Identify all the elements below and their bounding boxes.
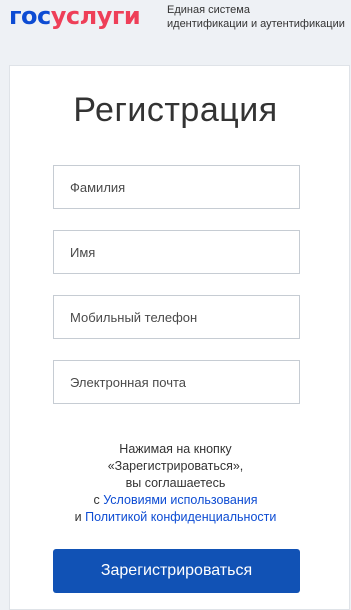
notice-line-3: вы соглашаетесь bbox=[125, 476, 226, 490]
register-button[interactable]: Зарегистрироваться bbox=[53, 549, 300, 593]
logo-part-gos: гос bbox=[9, 2, 51, 30]
privacy-policy-link[interactable]: Политикой конфиденциальности bbox=[85, 510, 276, 524]
logo-part-uslugi: услуги bbox=[50, 2, 141, 30]
logo-tagline: Единая система идентификации и аутентифи… bbox=[167, 3, 345, 31]
privacy-prefix: и bbox=[74, 510, 86, 524]
terms-prefix: с bbox=[93, 493, 104, 507]
email-input[interactable] bbox=[53, 360, 300, 404]
notice-line-2: «Зарегистрироваться», bbox=[107, 459, 244, 473]
notice-line-1: Нажимая на кнопку bbox=[119, 442, 232, 456]
gosuslugi-logo[interactable]: госуслуги bbox=[9, 1, 141, 31]
terms-of-use-link[interactable]: Условиями использования bbox=[103, 493, 257, 507]
surname-input[interactable] bbox=[53, 165, 300, 209]
tagline-line-1: Единая система bbox=[167, 4, 250, 16]
page-title: Регистрация bbox=[73, 91, 278, 129]
mobile-phone-input[interactable] bbox=[53, 295, 300, 339]
notice-line-terms: с Условиями использования bbox=[0, 492, 351, 509]
agreement-notice: Нажимая на кнопку «Зарегистрироваться», … bbox=[0, 441, 351, 526]
notice-line-privacy: и Политикой конфиденциальности bbox=[0, 509, 351, 526]
header: госуслуги Единая система идентификации и… bbox=[0, 0, 351, 60]
first-name-input[interactable] bbox=[53, 230, 300, 274]
tagline-line-2: идентификации и аутентификации bbox=[167, 18, 345, 30]
